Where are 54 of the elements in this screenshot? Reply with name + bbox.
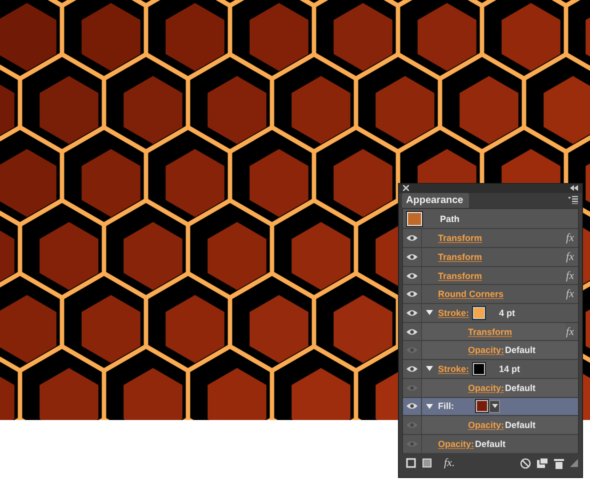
expanded-triangle-icon[interactable] [424,404,434,409]
add-stroke-icon[interactable] [406,458,416,468]
opacity-link[interactable]: Opacity: [438,438,474,449]
duplicate-icon[interactable] [537,458,548,468]
stroke-swatch[interactable] [473,362,486,375]
add-fill-icon[interactable] [422,458,432,468]
fx-mark[interactable]: fx [566,270,574,282]
opacity-value: Default [505,382,536,393]
fx-menu-button[interactable]: fx. [444,457,455,470]
appearance-row[interactable]: Transform fx [403,248,578,267]
appearance-row[interactable]: Transform fx [403,229,578,248]
fx-mark[interactable]: fx [566,326,574,338]
appearance-row[interactable]: Transform fx [403,322,578,342]
appearance-row[interactable]: Fill: [403,398,578,416]
opacity-link[interactable]: Opacity: [468,345,504,356]
opacity-link[interactable]: Opacity: [468,420,504,430]
fx-mark[interactable]: fx [566,288,574,300]
stroke-weight: 4 pt [499,308,516,318]
opacity-value: Default [505,420,536,430]
resize-grip-icon[interactable] [570,459,578,468]
appearance-row[interactable]: Stroke: 4 pt [403,304,578,323]
effect-link[interactable]: Transform [438,270,482,281]
appearance-row[interactable]: Opacity:Default [403,416,578,435]
close-icon[interactable] [403,185,409,192]
appearance-row[interactable]: Round Corners fx [403,285,578,304]
fx-mark[interactable]: fx [566,250,574,263]
panel-tab[interactable]: Appearance [402,193,470,208]
stroke-weight: 14 pt [499,364,520,374]
opacity-link[interactable]: Opacity: [468,382,504,393]
opacity-value: Default [475,438,506,449]
clear-icon[interactable] [520,458,531,469]
expanded-triangle-icon[interactable] [424,366,434,372]
fill-swatch[interactable] [476,400,488,412]
effect-link[interactable]: Transform [438,252,482,262]
stroke-swatch[interactable] [473,306,486,319]
effect-link[interactable]: Transform [468,326,512,337]
opacity-value: Default [505,345,536,356]
expanded-triangle-icon[interactable] [424,310,434,316]
appearance-row[interactable]: Transform fx [403,266,578,286]
effect-link[interactable]: Transform [438,233,482,244]
appearance-row[interactable]: Opacity:Default [403,434,578,454]
effect-link[interactable]: Round Corners [438,289,504,300]
fx-mark[interactable]: fx [566,232,574,244]
trash-icon[interactable] [554,458,564,469]
stroke-label[interactable]: Stroke: [438,308,470,318]
appearance-row[interactable]: Opacity:Default [403,378,578,398]
menu-icon[interactable] [568,196,578,204]
path-thumbnail-icon [407,212,422,226]
appearance-row[interactable]: Stroke: 14 pt [403,360,578,379]
object-name: Path [440,214,460,224]
dropdown-icon[interactable] [489,400,500,413]
appearance-row[interactable]: Opacity:Default [403,341,578,360]
fill-label: Fill: [438,401,454,412]
stroke-label[interactable]: Stroke: [438,364,470,374]
